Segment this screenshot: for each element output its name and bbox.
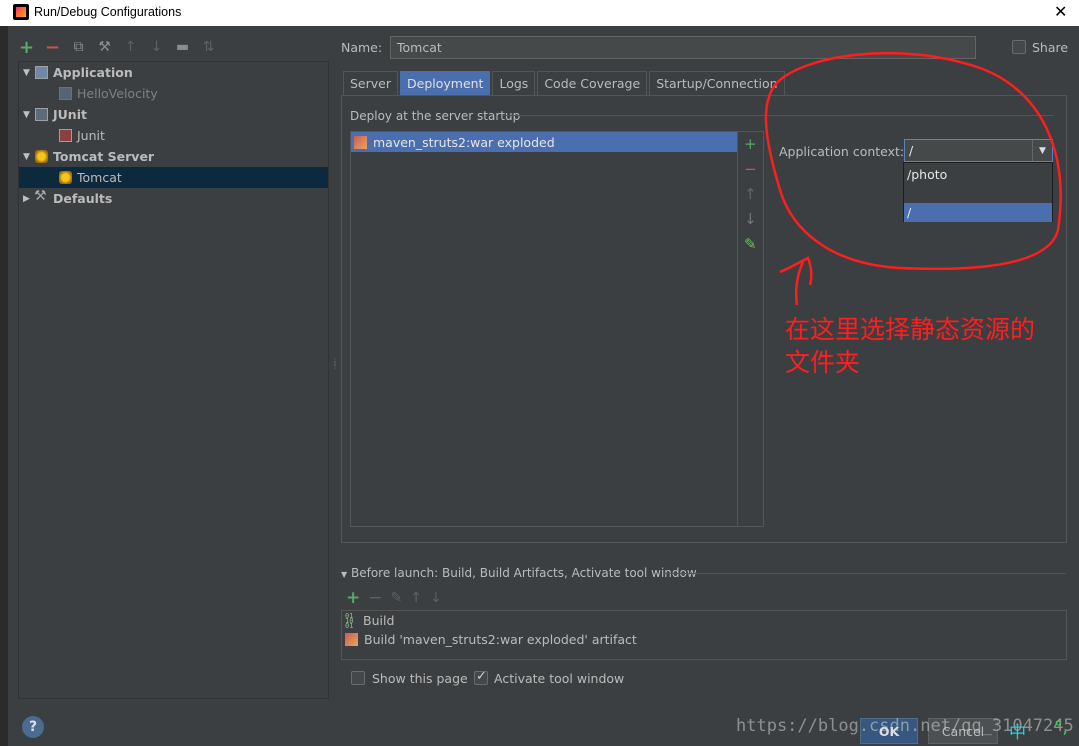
annotation-line: 在这里选择静态资源的 [785,315,1036,344]
highlight-arrow [779,256,813,306]
ime-indicator: 中 [1009,723,1026,743]
build-icon: 01 10 01 [345,611,354,630]
before-launch-header[interactable]: ▼ Before launch: Build, Build Artifacts,… [341,566,697,580]
before-launch-item-label: Build 'maven_struts2:war exploded' artif… [364,632,637,647]
collapse-arrow-icon[interactable]: ▼ [341,570,347,579]
activate-tool-window-label: Activate tool window [494,671,625,686]
move-up-icon[interactable]: ↑ [410,590,422,606]
show-page-checkbox[interactable] [351,671,365,685]
before-launch-item[interactable]: 01 10 01 Build [345,611,394,630]
highlight-circle [764,51,1062,271]
move-down-icon[interactable]: ↓ [430,590,442,606]
edit-pencil-icon[interactable]: ✎ [391,590,403,606]
add-icon[interactable]: + [346,588,360,608]
before-launch-toolbar: + − ✎ ↑ ↓ [346,588,442,608]
section-divider [664,573,1066,574]
remove-icon[interactable]: − [368,588,382,608]
activate-tool-window-checkbox[interactable] [474,669,488,685]
annotation-text: 在这里选择静态资源的 文件夹 [785,313,1075,379]
artifact-icon [345,633,358,646]
annotation-line: 文件夹 [785,348,861,377]
before-launch-list: 01 10 01 Build Build 'maven_struts2:war ex… [341,610,1067,660]
before-launch-title: Before launch: Build, Build Artifacts, A… [350,566,697,580]
show-page-label: Show this page [372,671,468,686]
help-icon[interactable]: ? [22,716,44,738]
before-launch-item-label: Build [363,613,395,628]
before-launch-item[interactable]: Build 'maven_struts2:war exploded' artif… [345,630,637,649]
ime-punctuation: °, [1054,718,1068,738]
